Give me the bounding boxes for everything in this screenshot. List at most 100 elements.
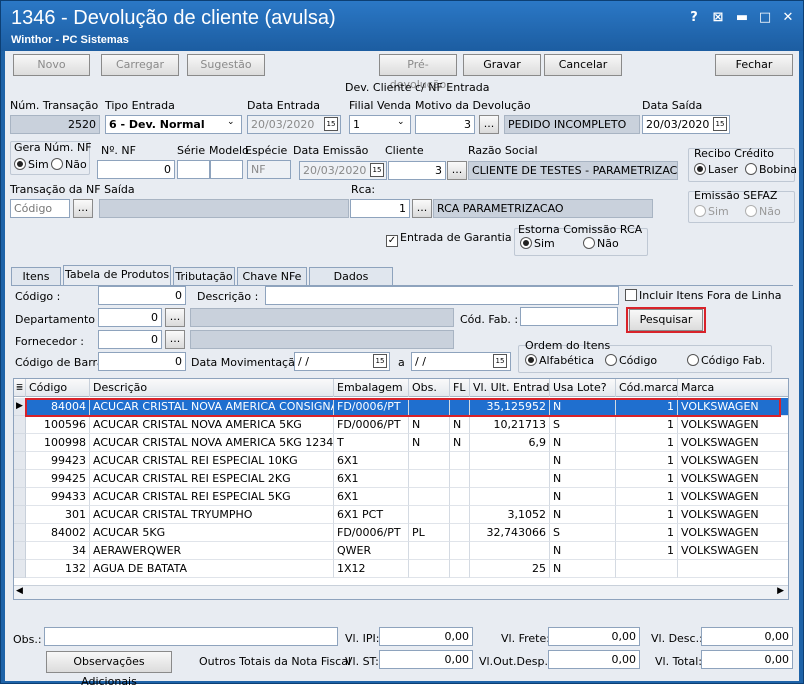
gera-num-sim-radio[interactable]: Sim [14, 158, 49, 171]
cell-codigo[interactable]: 84002 [26, 524, 90, 542]
cell-usa-lote[interactable]: N [550, 434, 616, 452]
fechar-button[interactable]: Fechar [715, 54, 793, 76]
calendar-icon[interactable]: 15 [373, 354, 387, 368]
cell-vl-ult-entrada[interactable] [470, 488, 550, 506]
codfab-radio[interactable]: Código Fab. [687, 354, 765, 367]
table-row[interactable]: 100998 ACUCAR CRISTAL NOVA AMERICA 5KG 12… [14, 434, 788, 452]
cell-cod-marca[interactable] [616, 560, 678, 578]
modelo-field[interactable] [210, 160, 243, 179]
col-fl[interactable]: FL [450, 379, 470, 397]
cell-marca[interactable]: VOLKSWAGEN [678, 488, 788, 506]
cell-marca[interactable]: VOLKSWAGEN [678, 542, 788, 560]
motivo-search-button[interactable]: ... [479, 115, 499, 134]
products-grid[interactable]: ≣ Código Descrição Embalagem Obs. FL Vl.… [13, 378, 789, 600]
cell-fl[interactable] [450, 506, 470, 524]
row-indicator[interactable] [14, 524, 26, 542]
cell-fl[interactable] [450, 542, 470, 560]
minimize-icon[interactable]: ▬ [733, 9, 751, 27]
vl-st-field[interactable]: 0,00 [379, 650, 473, 669]
cell-obs[interactable] [409, 542, 450, 560]
cell-vl-ult-entrada[interactable] [470, 470, 550, 488]
codigo-field[interactable]: 0 [98, 286, 186, 305]
cell-embalagem[interactable]: 6X1 [334, 452, 409, 470]
cell-codigo[interactable]: 34 [26, 542, 90, 560]
vl-desc-field[interactable]: 0,00 [701, 627, 793, 646]
table-row[interactable]: 99423 ACUCAR CRISTAL REI ESPECIAL 10KG 6X1… [14, 452, 788, 470]
vl-out-field[interactable]: 0,00 [548, 650, 640, 669]
cell-usa-lote[interactable]: N [550, 452, 616, 470]
cell-obs[interactable] [409, 470, 450, 488]
cell-cod-marca[interactable]: 1 [616, 452, 678, 470]
row-indicator[interactable] [14, 434, 26, 452]
cell-obs[interactable]: N [409, 434, 450, 452]
cell-cod-marca[interactable]: 1 [616, 470, 678, 488]
cell-descricao[interactable]: AERAWERQWER [90, 542, 334, 560]
transacao-search-button[interactable]: ... [73, 199, 93, 218]
cell-cod-marca[interactable]: 1 [616, 488, 678, 506]
table-row[interactable]: 301 ACUCAR CRISTAL TRYUMPHO 6X1 PCT 3,1052 N… [14, 506, 788, 524]
vl-ipi-field[interactable]: 0,00 [379, 627, 473, 646]
col-obs[interactable]: Obs. [409, 379, 450, 397]
cell-marca[interactable]: VOLKSWAGEN [678, 452, 788, 470]
cell-cod-marca[interactable]: 1 [616, 434, 678, 452]
cell-descricao[interactable]: ACUCAR CRISTAL REI ESPECIAL 5KG [90, 488, 334, 506]
cell-cod-marca[interactable]: 1 [616, 542, 678, 560]
cell-fl[interactable] [450, 560, 470, 578]
tab-tributacao[interactable]: Tributação [173, 267, 235, 285]
cell-descricao[interactable]: ACUCAR CRISTAL NOVA AMERICA 5KG 12345678 [90, 434, 334, 452]
chevron-down-icon[interactable]: ⌄ [227, 117, 235, 127]
table-row[interactable]: 132 AGUA DE BATATA 1X12 25 N [14, 560, 788, 578]
transacao-saida-field[interactable]: Código [10, 199, 70, 218]
col-cod-marca[interactable]: Cód.marca [616, 379, 678, 397]
rca-field[interactable]: 1 [350, 199, 410, 218]
cell-vl-ult-entrada[interactable]: 6,9 [470, 434, 550, 452]
bobina-radio[interactable]: Bobina [745, 163, 797, 176]
cell-usa-lote[interactable]: N [550, 470, 616, 488]
cell-embalagem[interactable]: FD/0006/PT [334, 524, 409, 542]
table-row[interactable]: 34 AERAWERQWER QWER N 1 VOLKSWAGEN [14, 542, 788, 560]
cell-codigo[interactable]: 100998 [26, 434, 90, 452]
cell-descricao[interactable]: ACUCAR CRISTAL NOVA AMERICA 5KG [90, 416, 334, 434]
nnf-field[interactable]: 0 [97, 160, 175, 179]
estorna-nao-radio[interactable]: Não [583, 237, 619, 250]
row-indicator[interactable] [14, 416, 26, 434]
obs-field[interactable] [44, 627, 338, 646]
cell-codigo[interactable]: 132 [26, 560, 90, 578]
cell-fl[interactable]: N [450, 434, 470, 452]
cell-vl-ult-entrada[interactable] [470, 542, 550, 560]
cell-codigo[interactable]: 99425 [26, 470, 90, 488]
departamento-search-button[interactable]: ... [165, 308, 185, 327]
calendar-icon[interactable]: 15 [324, 117, 338, 131]
novo-button[interactable]: Novo [13, 54, 90, 76]
cell-descricao[interactable]: ACUCAR 5KG [90, 524, 334, 542]
calendar-icon[interactable]: 15 [713, 117, 727, 131]
cell-fl[interactable] [450, 524, 470, 542]
sugestao-button[interactable]: Sugestão [187, 54, 265, 76]
col-codigo[interactable]: Código [26, 379, 90, 397]
cell-embalagem[interactable]: QWER [334, 542, 409, 560]
sefaz-nao-radio[interactable]: Não [745, 205, 781, 218]
cell-fl[interactable] [450, 452, 470, 470]
row-indicator[interactable] [14, 506, 26, 524]
cell-embalagem[interactable]: 6X1 [334, 470, 409, 488]
cell-cod-marca[interactable]: 1 [616, 524, 678, 542]
horizontal-scrollbar[interactable]: ◀ ▶ [14, 585, 788, 599]
gera-num-nao-radio[interactable]: Não [51, 158, 87, 171]
table-row[interactable]: 84002 ACUCAR 5KG FD/0006/PT PL 32,743066 S 1 VO… [14, 524, 788, 542]
fornecedor-search-button[interactable]: ... [165, 330, 185, 349]
tipo-entrada-select[interactable]: 6 - Dev. Normal [105, 115, 242, 134]
help-icon[interactable]: ? [685, 9, 703, 27]
cell-marca[interactable]: VOLKSWAGEN [678, 506, 788, 524]
cell-vl-ult-entrada[interactable]: 25 [470, 560, 550, 578]
cell-obs[interactable] [409, 488, 450, 506]
cell-vl-ult-entrada[interactable] [470, 452, 550, 470]
incluir-checkbox[interactable]: Incluir Itens Fora de Linha [625, 289, 781, 302]
col-usa-lote[interactable]: Usa Lote? [550, 379, 616, 397]
cell-descricao[interactable]: ACUCAR CRISTAL REI ESPECIAL 10KG [90, 452, 334, 470]
tab-dados-veiculos[interactable]: Dados Veículos [309, 267, 393, 300]
cell-embalagem[interactable]: 1X12 [334, 560, 409, 578]
cell-fl[interactable]: N [450, 416, 470, 434]
cell-usa-lote[interactable]: S [550, 416, 616, 434]
cell-embalagem[interactable]: FD/0006/PT [334, 416, 409, 434]
cancelar-button[interactable]: Cancelar [544, 54, 622, 76]
